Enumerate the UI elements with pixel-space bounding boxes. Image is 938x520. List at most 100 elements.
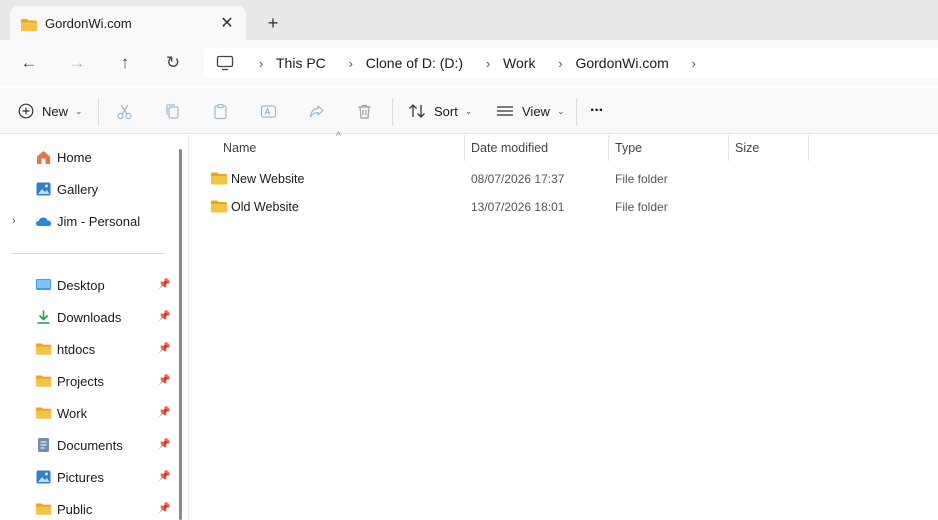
breadcrumb-this-pc[interactable]: This PC bbox=[274, 55, 328, 71]
forward-button[interactable]: → bbox=[62, 48, 92, 78]
pin-icon[interactable]: 📌 bbox=[158, 407, 170, 418]
rename-icon bbox=[260, 104, 277, 118]
divider bbox=[12, 253, 164, 254]
sidebar-item-public[interactable]: Public 📌 bbox=[0, 495, 178, 520]
breadcrumb-separator[interactable]: › bbox=[547, 56, 573, 71]
pin-icon[interactable]: 📌 bbox=[158, 343, 170, 354]
file-type: File folder bbox=[615, 172, 668, 186]
new-tab-button[interactable]: + bbox=[262, 12, 284, 34]
folder-icon bbox=[35, 375, 52, 387]
trash-icon bbox=[358, 104, 371, 119]
paste-button[interactable] bbox=[212, 98, 229, 124]
file-list: ^ Name Date modified Type Size New Websi… bbox=[190, 131, 938, 520]
folder-icon bbox=[35, 407, 52, 419]
view-list-icon bbox=[497, 106, 513, 116]
file-date: 13/07/2026 18:01 bbox=[471, 200, 565, 214]
folder-icon bbox=[35, 343, 52, 355]
sidebar-item-label: Desktop bbox=[57, 277, 105, 293]
cut-button[interactable] bbox=[116, 98, 133, 124]
navigation-pane: Home Gallery › Jim - Personal Desktop 📌 … bbox=[0, 135, 188, 520]
up-button[interactable]: ↑ bbox=[110, 48, 140, 78]
gallery-icon bbox=[36, 182, 51, 196]
sidebar-item-label: htdocs bbox=[57, 341, 96, 357]
breadcrumb-separator[interactable]: › bbox=[248, 56, 274, 71]
share-button[interactable] bbox=[308, 98, 325, 124]
expand-chevron-icon[interactable]: › bbox=[12, 215, 16, 227]
scissors-icon bbox=[117, 104, 132, 119]
file-type: File folder bbox=[615, 200, 668, 214]
sidebar-item-home[interactable]: Home bbox=[0, 143, 178, 171]
pin-icon[interactable]: 📌 bbox=[158, 503, 170, 514]
sidebar-item-work[interactable]: Work 📌 bbox=[0, 399, 178, 427]
pin-icon[interactable]: 📌 bbox=[158, 439, 170, 450]
view-label: View bbox=[522, 103, 550, 119]
column-date-label: Date modified bbox=[471, 141, 549, 155]
sidebar-item-htdocs[interactable]: htdocs 📌 bbox=[0, 335, 178, 363]
pictures-icon bbox=[36, 470, 51, 484]
sort-button[interactable]: Sort ⌄ bbox=[408, 98, 472, 124]
address-bar[interactable]: › This PC › Clone of D: (D:) › Work › Go… bbox=[204, 48, 938, 78]
column-header-type[interactable]: Type bbox=[615, 135, 727, 161]
column-header-name[interactable]: Name bbox=[223, 135, 463, 161]
sidebar-item-pictures[interactable]: Pictures 📌 bbox=[0, 463, 178, 491]
breadcrumb-separator[interactable]: › bbox=[338, 56, 364, 71]
breadcrumb-separator[interactable]: › bbox=[681, 56, 707, 71]
new-button[interactable]: New ⌄ bbox=[18, 98, 83, 124]
desktop-icon bbox=[36, 279, 51, 290]
column-type-label: Type bbox=[615, 141, 643, 155]
sidebar-item-projects[interactable]: Projects 📌 bbox=[0, 367, 178, 395]
rename-button[interactable] bbox=[260, 98, 277, 124]
breadcrumb-gordonwi[interactable]: GordonWi.com bbox=[573, 55, 670, 71]
sidebar-item-gallery[interactable]: Gallery bbox=[0, 175, 178, 203]
pin-icon[interactable]: 📌 bbox=[158, 375, 170, 386]
file-date: 08/07/2026 17:37 bbox=[471, 172, 565, 186]
column-header-size[interactable]: Size bbox=[735, 135, 807, 161]
column-divider[interactable] bbox=[728, 135, 729, 161]
sidebar-item-downloads[interactable]: Downloads 📌 bbox=[0, 303, 178, 331]
pin-icon[interactable]: 📌 bbox=[158, 311, 170, 322]
back-button[interactable]: ← bbox=[14, 48, 44, 78]
sidebar-item-documents[interactable]: Documents 📌 bbox=[0, 431, 178, 459]
more-icon: ··· bbox=[590, 102, 604, 119]
pin-icon[interactable]: 📌 bbox=[158, 279, 170, 290]
sidebar-item-label: Downloads bbox=[57, 309, 122, 325]
folder-icon bbox=[35, 503, 52, 515]
sidebar-item-desktop[interactable]: Desktop 📌 bbox=[0, 271, 178, 299]
column-size-label: Size bbox=[735, 141, 760, 155]
view-button[interactable]: View ⌄ bbox=[496, 98, 565, 124]
copy-icon bbox=[166, 103, 179, 119]
file-name: Old Website bbox=[231, 200, 299, 214]
clipboard-icon bbox=[214, 103, 227, 119]
pane-divider[interactable] bbox=[188, 135, 189, 520]
sidebar-item-label: Gallery bbox=[57, 181, 99, 197]
column-divider[interactable] bbox=[464, 135, 465, 161]
pin-icon[interactable]: 📌 bbox=[158, 471, 170, 482]
column-divider[interactable] bbox=[608, 135, 609, 161]
breadcrumb-work[interactable]: Work bbox=[501, 55, 537, 71]
sidebar-item-label: Jim - Personal bbox=[57, 213, 141, 229]
navigation-bar: ← → ↑ ↻ › This PC › Clone of D: (D:) › W… bbox=[0, 40, 938, 86]
table-row[interactable]: New Website 08/07/2026 17:37 File folder bbox=[204, 165, 924, 193]
copy-button[interactable] bbox=[164, 98, 181, 124]
sidebar-item-onedrive[interactable]: › Jim - Personal bbox=[0, 207, 178, 235]
navigation-pane-scrollbar[interactable] bbox=[179, 149, 182, 520]
close-tab-button[interactable]: ✕ bbox=[216, 12, 238, 34]
refresh-button[interactable]: ↻ bbox=[158, 48, 188, 78]
table-row[interactable]: Old Website 13/07/2026 18:01 File folder bbox=[204, 193, 924, 221]
delete-button[interactable] bbox=[356, 98, 373, 124]
column-divider[interactable] bbox=[808, 135, 809, 161]
folder-icon bbox=[21, 19, 37, 31]
file-name: New Website bbox=[231, 172, 305, 186]
chevron-down-icon: ⌄ bbox=[556, 105, 565, 116]
more-options-button[interactable]: ··· bbox=[590, 98, 604, 124]
divider bbox=[576, 98, 577, 126]
breadcrumb-clone-of-d[interactable]: Clone of D: (D:) bbox=[364, 55, 465, 71]
sidebar-item-label: Projects bbox=[57, 373, 104, 389]
column-header-date[interactable]: Date modified bbox=[471, 135, 607, 161]
computer-icon[interactable] bbox=[216, 55, 234, 71]
column-name-label: Name bbox=[223, 141, 257, 155]
new-label: New bbox=[42, 103, 69, 119]
sidebar-item-label: Home bbox=[57, 149, 92, 165]
breadcrumb-separator[interactable]: › bbox=[475, 56, 501, 71]
divider bbox=[98, 98, 99, 126]
